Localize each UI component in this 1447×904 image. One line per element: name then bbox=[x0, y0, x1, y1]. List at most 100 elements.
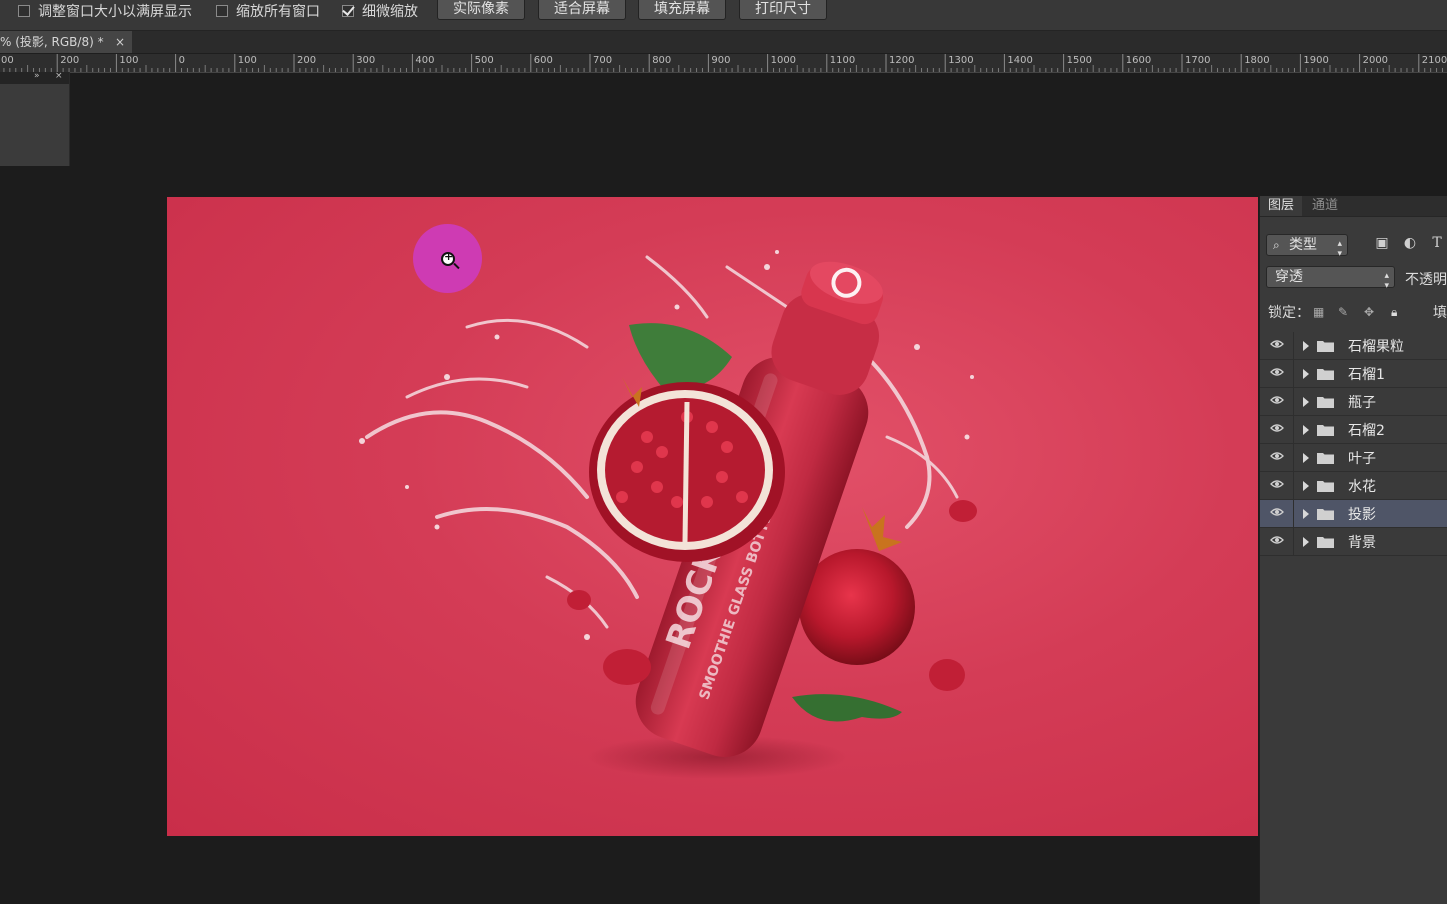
checkbox-label: 细微缩放 bbox=[362, 4, 418, 20]
lock-label: 锁定： bbox=[1268, 305, 1310, 321]
folder-icon bbox=[1317, 397, 1334, 408]
lock-move-icon[interactable]: ✥ bbox=[1364, 306, 1376, 318]
ruler-label: 1300 bbox=[948, 55, 974, 66]
ruler-label: 1700 bbox=[1185, 55, 1211, 66]
adjustment-filter-icon[interactable]: ◐ bbox=[1403, 236, 1417, 250]
folder-icon bbox=[1317, 341, 1334, 352]
expand-arrow-icon[interactable] bbox=[1303, 481, 1309, 491]
ruler-label: 400 bbox=[415, 55, 435, 66]
visibility-eye-icon[interactable] bbox=[1270, 395, 1284, 405]
visibility-eye-icon[interactable] bbox=[1270, 451, 1284, 461]
collapsed-panel: » × bbox=[0, 71, 70, 166]
ruler-label: 200 bbox=[60, 55, 80, 66]
layer-name: 石榴果粒 bbox=[1348, 339, 1404, 355]
folder-icon bbox=[1317, 481, 1334, 492]
collapsed-panel-header: » × bbox=[0, 71, 69, 84]
visibility-eye-icon[interactable] bbox=[1270, 507, 1284, 517]
zoom-all-windows-checkbox[interactable]: 缩放所有窗口 bbox=[216, 0, 320, 22]
lock-brush-icon[interactable]: ✎ bbox=[1338, 306, 1350, 318]
search-icon: ⌕ bbox=[1273, 238, 1280, 252]
expand-arrow-icon[interactable] bbox=[1303, 425, 1309, 435]
checkbox-box[interactable] bbox=[342, 5, 354, 17]
ruler-label: 2000 bbox=[1362, 55, 1389, 66]
ruler-label: 1200 bbox=[889, 55, 915, 66]
layer-filter-select[interactable]: ⌕ 类型 ▴ ▾ bbox=[1266, 234, 1348, 259]
ruler-label: 2100 bbox=[1421, 55, 1447, 66]
close-icon[interactable]: × bbox=[55, 71, 63, 81]
expand-arrow-icon[interactable] bbox=[1303, 453, 1309, 463]
visibility-eye-icon[interactable] bbox=[1270, 535, 1284, 545]
zoom-handle bbox=[453, 262, 460, 270]
close-icon[interactable]: × bbox=[115, 31, 125, 53]
column-divider bbox=[1293, 332, 1294, 359]
folder-icon bbox=[1317, 425, 1334, 436]
layer-row[interactable]: 投影 bbox=[1260, 500, 1447, 528]
layer-filter-value: 类型 bbox=[1289, 237, 1317, 253]
expand-icon[interactable]: » bbox=[34, 71, 40, 81]
document-canvas[interactable]: ROCK SMOOTHIE GLASS BOTTLE bbox=[167, 197, 1258, 836]
ruler-label: 700 bbox=[593, 55, 613, 66]
ruler-label: 100 bbox=[119, 55, 139, 66]
print-size-button[interactable]: 打印尺寸 bbox=[739, 0, 827, 20]
document-tab-bar: % (投影, RGB/8) * × bbox=[0, 31, 1447, 54]
layer-row[interactable]: 石榴2 bbox=[1260, 416, 1447, 444]
tab-channels[interactable]: 通道 bbox=[1304, 196, 1346, 216]
checkbox-label: 调整窗口大小以满屏显示 bbox=[38, 4, 192, 20]
column-divider bbox=[1293, 360, 1294, 387]
canvas-artwork: ROCK SMOOTHIE GLASS BOTTLE bbox=[359, 250, 977, 779]
layer-list: 石榴果粒石榴1 瓶子石榴2 叶子水花投影背景 bbox=[1260, 332, 1447, 556]
layer-name: 瓶子 bbox=[1348, 395, 1376, 411]
fill-screen-button[interactable]: 填充屏幕 bbox=[638, 0, 726, 20]
ruler-label: 1800 bbox=[1244, 55, 1270, 66]
visibility-eye-icon[interactable] bbox=[1270, 339, 1284, 349]
tab-layers[interactable]: 图层 bbox=[1260, 196, 1303, 216]
visibility-eye-icon[interactable] bbox=[1270, 423, 1284, 433]
ruler-label: 1000 bbox=[770, 55, 797, 66]
options-bar: 调整窗口大小以满屏显示 缩放所有窗口 细微缩放 实际像素 适合屏幕 填充屏幕 打… bbox=[0, 0, 1447, 31]
chevron-updown-icon: ▴ ▾ bbox=[1337, 239, 1342, 259]
layer-row[interactable]: 石榴果粒 bbox=[1260, 332, 1447, 360]
ruler-label: 600 bbox=[533, 55, 553, 66]
layer-row[interactable]: 背景 bbox=[1260, 528, 1447, 556]
layers-panel-tabs: 图层 通道 bbox=[1260, 196, 1447, 217]
folder-icon bbox=[1317, 509, 1334, 520]
visibility-eye-icon[interactable] bbox=[1270, 367, 1284, 377]
checkbox-label: 缩放所有窗口 bbox=[236, 4, 320, 20]
chevron-updown-icon: ▴ ▾ bbox=[1384, 271, 1389, 291]
checkbox-box[interactable] bbox=[216, 5, 228, 17]
layer-name: 投影 bbox=[1348, 507, 1376, 523]
layers-panel: 图层 通道 ⌕ 类型 ▴ ▾ ▣ ◐ T 穿透 ▴ ▾ 不透明 锁定： ▦ ✎ ✥ … bbox=[1259, 196, 1447, 904]
layer-name: 石榴2 bbox=[1348, 423, 1385, 439]
visibility-eye-icon[interactable] bbox=[1270, 479, 1284, 489]
layer-row[interactable]: 水花 bbox=[1260, 472, 1447, 500]
expand-arrow-icon[interactable] bbox=[1303, 509, 1309, 519]
document-tab[interactable]: % (投影, RGB/8) * × bbox=[0, 31, 132, 53]
expand-arrow-icon[interactable] bbox=[1303, 537, 1309, 547]
layer-row[interactable]: 石榴1 bbox=[1260, 360, 1447, 388]
scrubby-zoom-checkbox[interactable]: 细微缩放 bbox=[342, 0, 418, 22]
checkbox-box[interactable] bbox=[18, 5, 30, 17]
ruler-label: 100 bbox=[237, 55, 257, 66]
layer-name: 叶子 bbox=[1348, 451, 1376, 467]
expand-arrow-icon[interactable] bbox=[1303, 341, 1309, 351]
fit-screen-button[interactable]: 适合屏幕 bbox=[538, 0, 626, 20]
resize-windows-checkbox[interactable]: 调整窗口大小以满屏显示 bbox=[18, 0, 192, 22]
leaf-top bbox=[629, 323, 732, 389]
ruler-label: 900 bbox=[711, 55, 731, 66]
layer-row[interactable]: 瓶子 bbox=[1260, 388, 1447, 416]
expand-arrow-icon[interactable] bbox=[1303, 397, 1309, 407]
fill-label: 填 bbox=[1433, 305, 1447, 321]
ruler-label: 1500 bbox=[1066, 55, 1093, 66]
lock-all-icon[interactable]: 🔒︎ bbox=[1391, 306, 1403, 318]
horizontal-ruler[interactable]: 00 200 100 0 100 200 300 400 500 600 700 800 900 1000… bbox=[0, 54, 1447, 73]
type-filter-icon[interactable]: T bbox=[1430, 236, 1444, 250]
layer-name: 水花 bbox=[1348, 479, 1376, 495]
layer-row[interactable]: 叶子 bbox=[1260, 444, 1447, 472]
image-filter-icon[interactable]: ▣ bbox=[1375, 236, 1389, 250]
actual-pixels-button[interactable]: 实际像素 bbox=[437, 0, 525, 20]
blend-mode-select[interactable]: 穿透 ▴ ▾ bbox=[1266, 266, 1395, 291]
lock-transparency-icon[interactable]: ▦ bbox=[1313, 306, 1325, 318]
column-divider bbox=[1293, 444, 1294, 471]
folder-icon bbox=[1317, 453, 1334, 464]
expand-arrow-icon[interactable] bbox=[1303, 369, 1309, 379]
